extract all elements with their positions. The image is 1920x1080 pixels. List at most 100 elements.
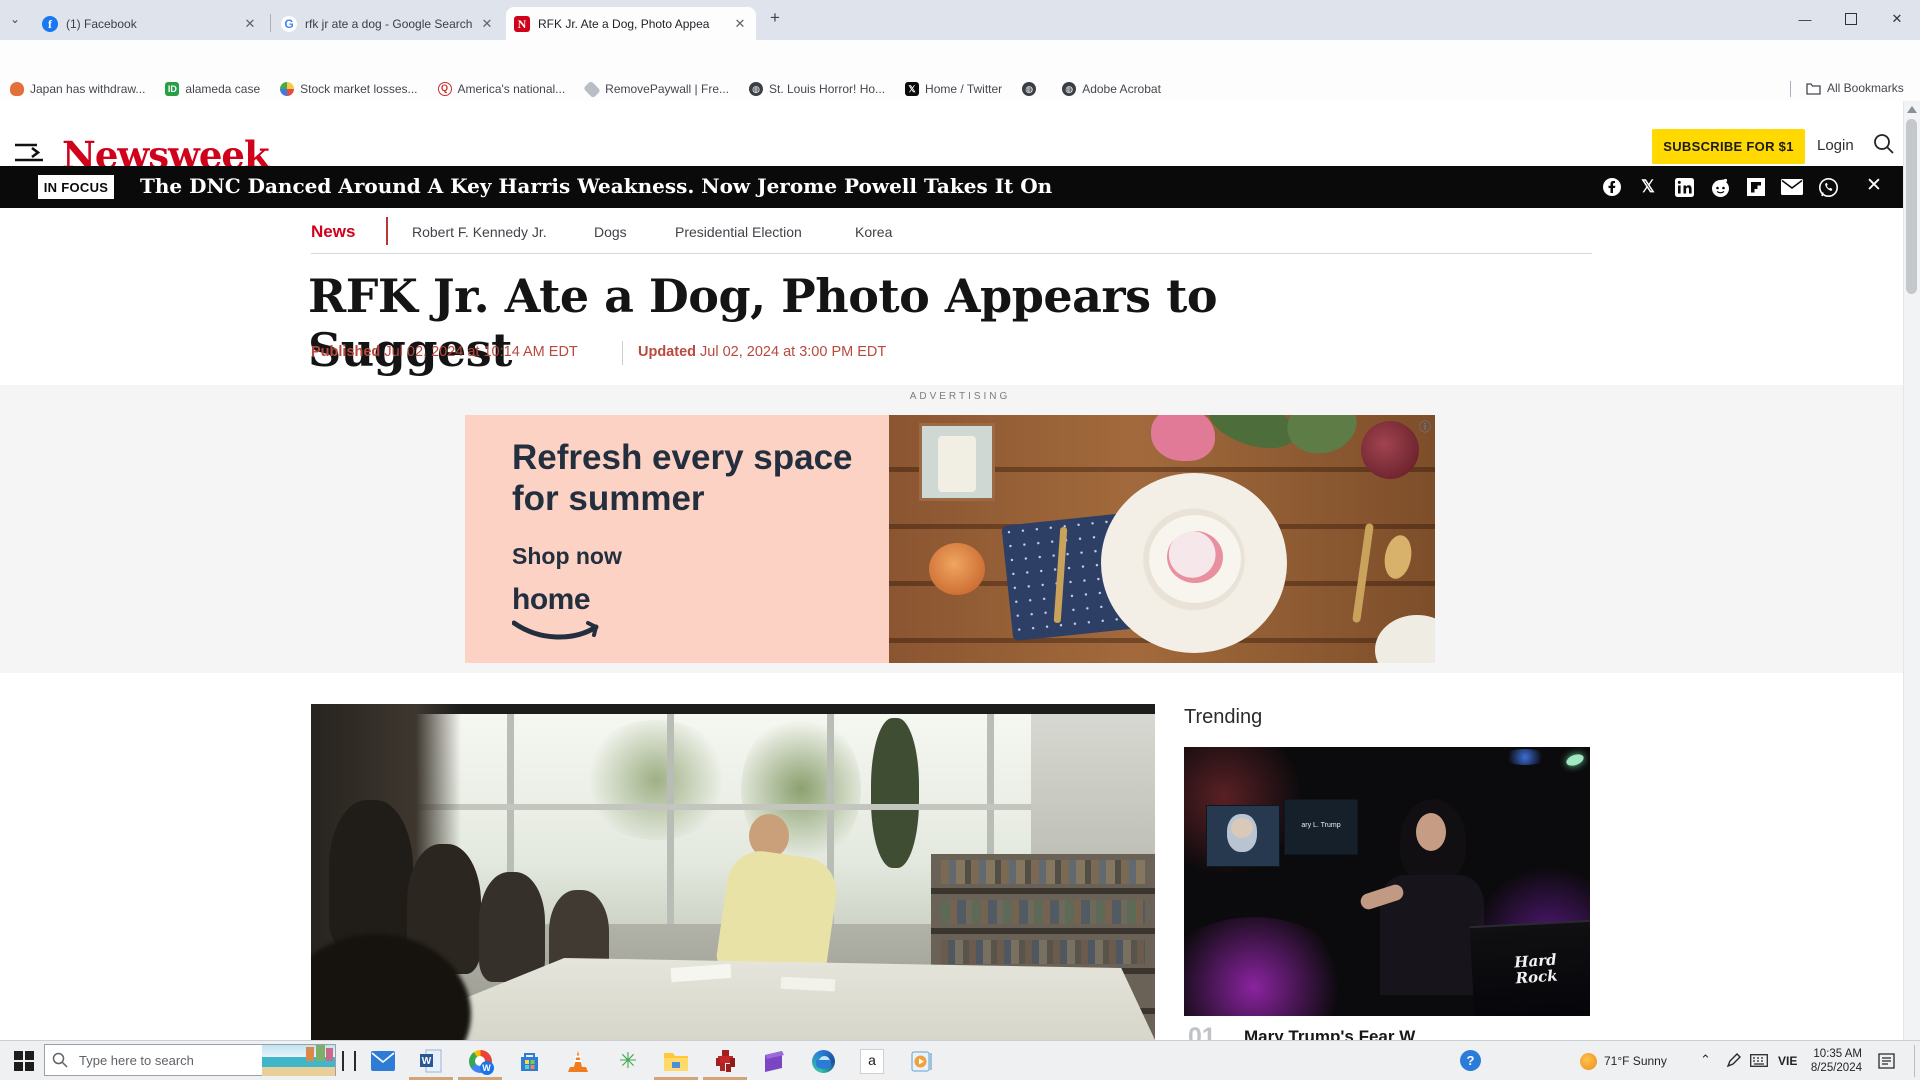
whatsapp-share-icon[interactable] <box>1817 176 1839 198</box>
facebook-share-icon[interactable] <box>1601 176 1623 198</box>
all-bookmarks-label: All Bookmarks <box>1827 81 1904 95</box>
breadcrumb-tag[interactable]: Presidential Election <box>675 224 802 240</box>
bookmark-item[interactable]: Japan has withdraw... <box>10 82 145 96</box>
reddit-share-icon[interactable] <box>1709 176 1731 198</box>
bookmark-item[interactable]: Q America's national... <box>438 82 566 96</box>
language-indicator[interactable]: VIE <box>1778 1054 1797 1068</box>
ad-small-plate <box>1375 615 1435 663</box>
bookmark-label: Stock market losses... <box>300 82 417 96</box>
email-share-icon[interactable] <box>1781 176 1803 198</box>
scrollbar-thumb[interactable] <box>1906 119 1917 294</box>
all-bookmarks-button[interactable]: All Bookmarks <box>1806 81 1904 95</box>
adchoices-icon[interactable]: ⓘ <box>1419 418 1431 435</box>
tab-google-search[interactable]: G rfk jr ate a dog - Google Search ✕ <box>273 7 503 40</box>
start-button[interactable] <box>14 1051 34 1071</box>
trending-teaser[interactable]: Mary Trump's Fear W <box>1244 1027 1584 1040</box>
site-menu-icon[interactable] <box>14 143 44 163</box>
tray-clock[interactable]: 10:35 AM 8/25/2024 <box>1806 1047 1862 1075</box>
breadcrumb-section[interactable]: News <box>311 222 355 242</box>
breadcrumb-tag[interactable]: Korea <box>855 224 892 240</box>
bookmark-item[interactable]: ◍ Adobe Acrobat <box>1062 82 1161 96</box>
green-burst-app-icon[interactable]: ✳ <box>616 1049 640 1073</box>
tab-close-icon[interactable]: ✕ <box>479 16 495 32</box>
ad-headline-line1: Refresh every space <box>512 437 853 478</box>
sun-weather-icon[interactable] <box>1580 1053 1597 1070</box>
close-focus-bar-icon[interactable]: ✕ <box>1866 174 1882 197</box>
amazon-app-icon[interactable]: a <box>860 1049 884 1073</box>
ad-cta[interactable]: Shop now <box>512 543 622 570</box>
chrome-app-icon[interactable]: W <box>468 1049 492 1073</box>
bookmark-item[interactable]: RemovePaywall | Fre... <box>585 82 729 96</box>
pen-tray-icon[interactable] <box>1726 1053 1741 1068</box>
x-share-icon[interactable]: 𝕏 <box>1637 176 1659 198</box>
media-book-app-icon[interactable] <box>909 1049 933 1073</box>
help-tray-icon[interactable]: ? <box>1460 1050 1481 1071</box>
file-explorer-icon[interactable] <box>664 1049 688 1073</box>
tray-time: 10:35 AM <box>1806 1047 1862 1061</box>
facebook-favicon: f <box>42 16 58 32</box>
ad-brand-logo: home <box>512 583 590 617</box>
tab-title: rfk jr ate a dog - Google Search <box>305 17 473 31</box>
in-focus-headline[interactable]: The DNC Danced Around A Key Harris Weakn… <box>140 174 1052 198</box>
diamond-favicon-icon <box>583 80 601 98</box>
ad-banner[interactable]: Refresh every space for summer Shop now … <box>465 415 1435 663</box>
site-search-icon[interactable] <box>1872 132 1896 156</box>
advertising-label: ADVERTISING <box>0 391 1920 402</box>
trending-title: Trending <box>1184 706 1262 729</box>
window-maximize-button[interactable] <box>1828 0 1874 38</box>
red-pixel-app-icon[interactable] <box>713 1049 737 1073</box>
task-view-icon[interactable] <box>342 1051 356 1071</box>
in-focus-tag: IN FOCUS <box>38 175 114 199</box>
trending-image[interactable]: ary L. Trump Hard Rock <box>1184 747 1590 1016</box>
tab-close-icon[interactable]: ✕ <box>732 16 748 32</box>
ad-orange-candle <box>929 543 985 595</box>
bookmark-item[interactable]: Stock market losses... <box>280 82 417 96</box>
bookmark-item[interactable]: ◍ <box>1022 82 1042 96</box>
browser-tab-strip: ⌄ f (1) Facebook ✕ G rfk jr ate a dog - … <box>0 0 1920 40</box>
movies-tv-app-icon[interactable] <box>762 1049 786 1073</box>
window-close-button[interactable]: ✕ <box>1874 0 1920 38</box>
breadcrumb-tag[interactable]: Dogs <box>594 224 627 240</box>
linkedin-share-icon[interactable] <box>1673 176 1695 198</box>
x-favicon-icon: 𝕏 <box>905 82 919 96</box>
tab-close-icon[interactable]: ✕ <box>242 16 258 32</box>
ad-flower <box>1151 415 1215 461</box>
tray-expand-chevron-icon[interactable]: ⌃ <box>1700 1052 1711 1068</box>
subscribe-button[interactable]: SUBSCRIBE FOR $1 <box>1652 129 1805 164</box>
edge-app-icon[interactable] <box>811 1049 835 1073</box>
bookmark-item[interactable]: 𝕏 Home / Twitter <box>905 82 1002 96</box>
vlc-app-icon[interactable] <box>566 1049 590 1073</box>
bookmark-label: Home / Twitter <box>925 82 1002 96</box>
bookmark-item[interactable]: ID alameda case <box>165 82 260 96</box>
new-tab-button[interactable]: + <box>770 8 780 28</box>
breadcrumb-tag[interactable]: Robert F. Kennedy Jr. <box>412 224 547 240</box>
tab-newsweek-active[interactable]: N RFK Jr. Ate a Dog, Photo Appea ✕ <box>506 7 756 40</box>
weather-text[interactable]: 71°F Sunny <box>1604 1054 1667 1068</box>
tab-facebook[interactable]: f (1) Facebook ✕ <box>34 7 266 40</box>
show-desktop-divider[interactable] <box>1914 1045 1915 1077</box>
bookmark-item[interactable]: ◍ St. Louis Horror! Ho... <box>749 82 885 96</box>
flipboard-share-icon[interactable] <box>1745 176 1767 198</box>
id-favicon-icon: ID <box>165 82 179 96</box>
bookmark-label: Japan has withdraw... <box>30 82 145 96</box>
breadcrumb-rule <box>311 253 1592 254</box>
notification-center-icon[interactable] <box>1878 1053 1895 1069</box>
mail-app-icon[interactable] <box>371 1049 395 1073</box>
desktop-screen: ⌄ f (1) Facebook ✕ G rfk jr ate a dog - … <box>0 0 1920 1080</box>
store-app-icon[interactable] <box>517 1049 541 1073</box>
search-highlight-image[interactable] <box>262 1045 335 1076</box>
scrollbar-up-arrow[interactable] <box>1907 106 1917 113</box>
tab-search-chevron-icon[interactable]: ⌄ <box>10 12 20 26</box>
torch-favicon-icon <box>10 82 24 96</box>
bookmarks-bar: Japan has withdraw... ID alameda case St… <box>0 78 1920 102</box>
article-title: RFK Jr. Ate a Dog, Photo Appears to Sugg… <box>308 269 1408 377</box>
touch-keyboard-tray-icon[interactable] <box>1750 1054 1768 1067</box>
trending-rank: 01 <box>1188 1023 1216 1040</box>
newsweek-favicon: N <box>514 16 530 32</box>
window-minimize-button[interactable]: — <box>1782 0 1828 38</box>
ad-photo <box>889 415 1435 663</box>
word-app-icon[interactable]: W <box>419 1049 443 1073</box>
login-button[interactable]: Login <box>1817 137 1854 154</box>
google-favicon: G <box>281 16 297 32</box>
bookmark-label: RemovePaywall | Fre... <box>605 82 729 96</box>
